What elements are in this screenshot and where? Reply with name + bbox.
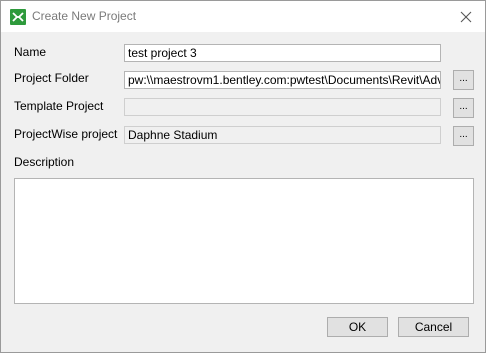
name-label: Name — [14, 45, 47, 59]
create-project-dialog: Create New Project Name test project 3 P… — [0, 0, 486, 353]
description-field[interactable] — [14, 178, 474, 304]
project-folder-field[interactable]: pw:\\maestrovm1.bentley.com:pwtest\Docum… — [124, 71, 441, 89]
browse-folder-button[interactable]: ... — [453, 70, 474, 90]
projectwise-project-label: ProjectWise project — [14, 127, 118, 141]
project-folder-label: Project Folder — [14, 71, 89, 85]
description-label: Description — [14, 155, 75, 169]
window-title: Create New Project — [32, 9, 137, 23]
close-icon — [460, 11, 472, 23]
project-icon — [10, 9, 26, 25]
name-field[interactable]: test project 3 — [124, 44, 441, 62]
cancel-button[interactable]: Cancel — [398, 317, 469, 337]
template-project-label: Template Project — [14, 99, 104, 113]
close-button[interactable] — [453, 6, 479, 28]
template-project-field[interactable] — [124, 98, 441, 116]
browse-template-button[interactable]: ... — [453, 98, 474, 118]
ok-button[interactable]: OK — [327, 317, 388, 337]
projectwise-project-field[interactable]: Daphne Stadium — [124, 126, 441, 144]
browse-projectwise-button[interactable]: ... — [453, 126, 474, 146]
title-bar: Create New Project — [1, 1, 485, 32]
